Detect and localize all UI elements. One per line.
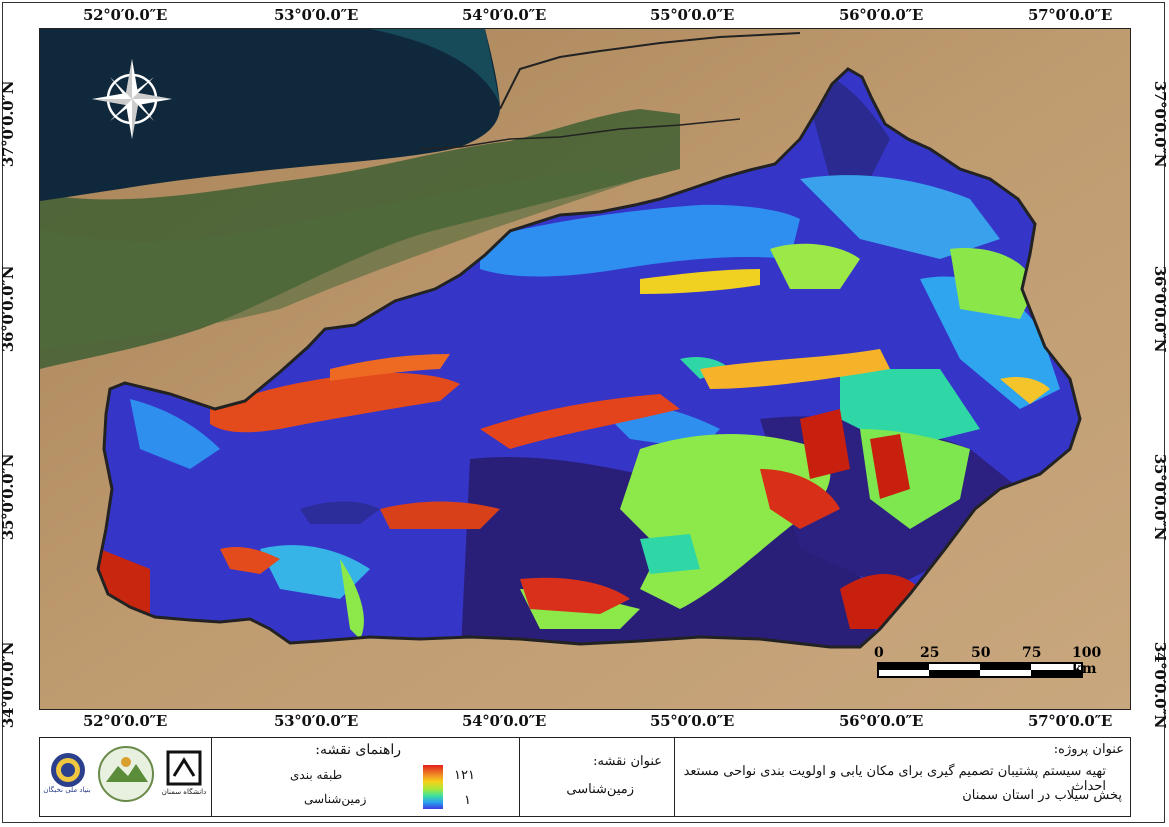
map-layout: 52°0′0.0″E 53°0′0.0″E 54°0′0.0″E 55°0′0.…: [0, 0, 1169, 827]
project-title-line2: پخش سیلاب در استان سمنان: [962, 788, 1122, 803]
scale-label-100: 100 km: [1072, 645, 1102, 677]
legend-title: راهنمای نقشه:: [315, 742, 401, 758]
top-coord-54: 54°0′0.0″E: [462, 6, 546, 24]
scale-label-50: 50: [971, 645, 991, 661]
semnan-university-logo: [166, 750, 202, 786]
right-coord-35: 35°0′0.0″N: [1151, 453, 1169, 541]
right-coord-36: 36°0′0.0″N: [1151, 265, 1169, 353]
bottom-coord-54: 54°0′0.0″E: [462, 712, 546, 730]
left-coord-37: 37°0′0.0″N: [0, 80, 17, 168]
bottom-coord-53: 53°0′0.0″E: [274, 712, 358, 730]
top-coord-52: 52°0′0.0″E: [83, 6, 167, 24]
map-title-label: عنوان نقشه:: [593, 754, 662, 769]
top-coord-55: 55°0′0.0″E: [650, 6, 734, 24]
top-coord-53: 53°0′0.0″E: [274, 6, 358, 24]
top-coord-56: 56°0′0.0″E: [839, 6, 923, 24]
left-coord-34: 34°0′0.0″N: [0, 641, 17, 729]
map-svg: [40, 29, 1130, 709]
scale-label-25: 25: [920, 645, 940, 661]
elites-foundation-logo: [51, 753, 85, 787]
bottom-coord-52: 52°0′0.0″E: [83, 712, 167, 730]
map-title-value: زمین‌شناسی: [566, 782, 634, 797]
right-coord-37: 37°0′0.0″N: [1151, 80, 1169, 168]
bottom-coord-56: 56°0′0.0″E: [839, 712, 923, 730]
bottom-coord-57: 57°0′0.0″E: [1028, 712, 1112, 730]
legend-cell: راهنمای نقشه: طبقه بندی زمین‌شناسی ۱۲۱ ۱: [212, 738, 520, 816]
project-cell: عنوان پروژه: تهیه سیستم پشتیبان تصمیم گی…: [675, 738, 1130, 816]
map-title-cell: عنوان نقشه: زمین‌شناسی: [520, 738, 675, 816]
info-panel: بنیاد ملی نخبگان دانشگاه سمنان راهنمای ن…: [39, 737, 1131, 817]
left-coord-35: 35°0′0.0″N: [0, 453, 17, 541]
foundation-text: بنیاد ملی نخبگان: [43, 786, 91, 794]
project-label: عنوان پروژه:: [1053, 742, 1124, 757]
institute-seal-logo: [98, 746, 154, 802]
logos-cell: بنیاد ملی نخبگان دانشگاه سمنان: [40, 738, 212, 816]
legend-color-ramp: [423, 765, 443, 809]
left-coord-36: 36°0′0.0″N: [0, 265, 17, 353]
legend-item-classification: طبقه بندی: [290, 768, 343, 782]
top-coord-57: 57°0′0.0″E: [1028, 6, 1112, 24]
bottom-coord-55: 55°0′0.0″E: [650, 712, 734, 730]
legend-ramp-high: ۱۲۱: [454, 768, 475, 783]
right-coord-34: 34°0′0.0″N: [1151, 641, 1169, 729]
legend-ramp-low: ۱: [464, 793, 471, 808]
scale-label-0: 0: [874, 645, 884, 661]
map-canvas[interactable]: 0 25 50 75 100 km: [39, 28, 1131, 710]
legend-item-geology: زمین‌شناسی: [304, 792, 367, 806]
scale-bar-graphic: [877, 662, 1083, 678]
university-text: دانشگاه سمنان: [161, 788, 207, 796]
scale-label-75: 75: [1022, 645, 1042, 661]
